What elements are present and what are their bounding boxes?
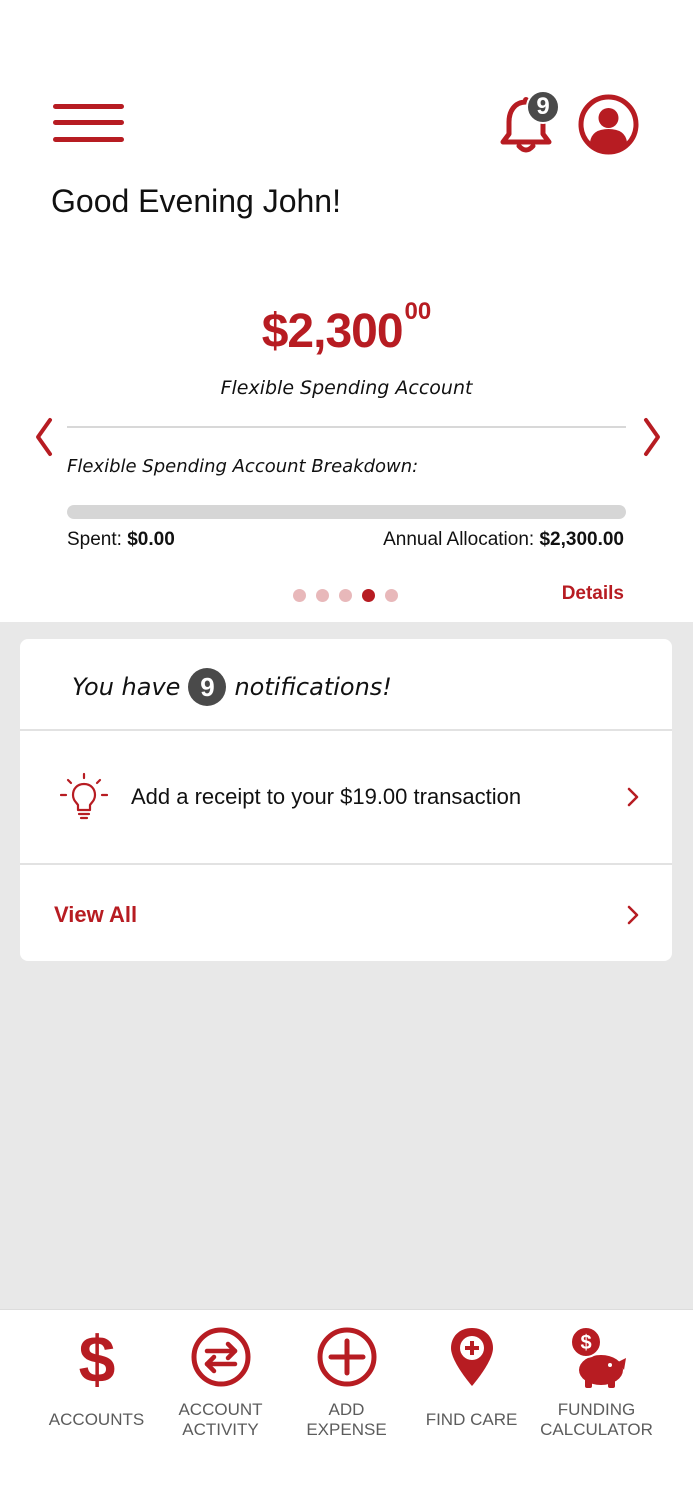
carousel-dot[interactable] xyxy=(362,589,375,602)
plus-circle-icon xyxy=(317,1327,377,1387)
nav-add-expense-label-1: ADD xyxy=(328,1400,365,1419)
notifications-suffix: notifications! xyxy=(234,673,392,701)
view-all-button[interactable]: View All xyxy=(20,866,672,961)
spending-progress-bar xyxy=(67,505,626,519)
breakdown-title: Flexible Spending Account Breakdown: xyxy=(67,456,419,477)
notifications-card: You have 9 notifications! Add a receipt … xyxy=(20,639,672,961)
details-link[interactable]: Details xyxy=(562,583,624,605)
account-balance: $2,30000 xyxy=(0,298,693,359)
nav-accounts-label: ACCOUNTS xyxy=(48,1410,145,1429)
notifications-count-badge: 9 xyxy=(188,668,227,706)
piggy-bank-icon: $ xyxy=(570,1326,626,1388)
spent-amount: Spent: $0.00 xyxy=(67,529,175,551)
svg-text:$: $ xyxy=(79,1324,116,1390)
balance-dollars: $2,300 xyxy=(261,305,404,358)
nav-funding-calculator-label-1: FUNDING xyxy=(557,1400,636,1419)
bottom-navigation: $ ACCOUNTS ACCOUNT ACTIVITY ADD EXPENSE xyxy=(0,1309,693,1500)
spent-label: Spent: xyxy=(67,529,128,550)
chevron-left-icon[interactable] xyxy=(30,412,60,462)
view-all-label: View All xyxy=(54,902,138,927)
nav-accounts[interactable]: $ ACCOUNTS xyxy=(34,1310,159,1500)
hamburger-menu-icon[interactable] xyxy=(53,104,124,144)
notifications-header: You have 9 notifications! xyxy=(20,639,672,731)
carousel-dot[interactable] xyxy=(339,589,352,602)
divider xyxy=(67,426,626,428)
lightbulb-icon xyxy=(60,772,108,820)
nav-add-expense-label-2: EXPENSE xyxy=(306,1420,387,1439)
svg-text:$: $ xyxy=(580,1332,591,1354)
allocation-label: Annual Allocation: xyxy=(383,529,540,550)
exchange-arrows-icon xyxy=(191,1327,251,1387)
chevron-right-icon xyxy=(627,787,639,807)
nav-account-activity-label-1: ACCOUNT xyxy=(178,1400,263,1419)
nav-add-expense[interactable]: ADD EXPENSE xyxy=(284,1310,409,1500)
notifications-prefix: You have xyxy=(72,673,181,701)
nav-funding-calculator-label-2: CALCULATOR xyxy=(540,1420,653,1439)
nav-find-care[interactable]: FIND CARE xyxy=(409,1310,534,1500)
annual-allocation: Annual Allocation: $2,300.00 xyxy=(383,529,624,551)
chevron-right-icon[interactable] xyxy=(636,412,666,462)
nav-account-activity[interactable]: ACCOUNT ACTIVITY xyxy=(158,1310,283,1500)
carousel-dot[interactable] xyxy=(293,589,306,602)
carousel-dot[interactable] xyxy=(316,589,329,602)
notification-text: Add a receipt to your $19.00 transaction xyxy=(131,784,522,809)
balance-cents: 00 xyxy=(404,298,432,325)
account-summary-panel: 9 Good Evening John! $2,30000 Flexible S… xyxy=(0,0,693,622)
nav-funding-calculator[interactable]: $ FUNDING CALCULATOR xyxy=(534,1310,659,1500)
nav-account-activity-label-2: ACTIVITY xyxy=(182,1420,259,1439)
carousel-dot[interactable] xyxy=(385,589,398,602)
map-pin-plus-icon xyxy=(451,1328,493,1386)
notifications-title: You have 9 notifications! xyxy=(72,668,392,706)
dollar-icon: $ xyxy=(79,1324,116,1390)
account-name: Flexible Spending Account xyxy=(220,377,473,399)
user-avatar-icon[interactable] xyxy=(578,94,639,155)
greeting-text: Good Evening John! xyxy=(51,183,341,219)
carousel-pagination xyxy=(293,589,398,602)
spent-value: $0.00 xyxy=(127,529,175,550)
notification-item[interactable]: Add a receipt to your $19.00 transaction xyxy=(20,732,672,865)
notification-count-badge: 9 xyxy=(526,90,560,124)
nav-find-care-label: FIND CARE xyxy=(425,1410,518,1429)
allocation-value: $2,300.00 xyxy=(539,529,624,550)
chevron-right-icon xyxy=(627,905,639,925)
